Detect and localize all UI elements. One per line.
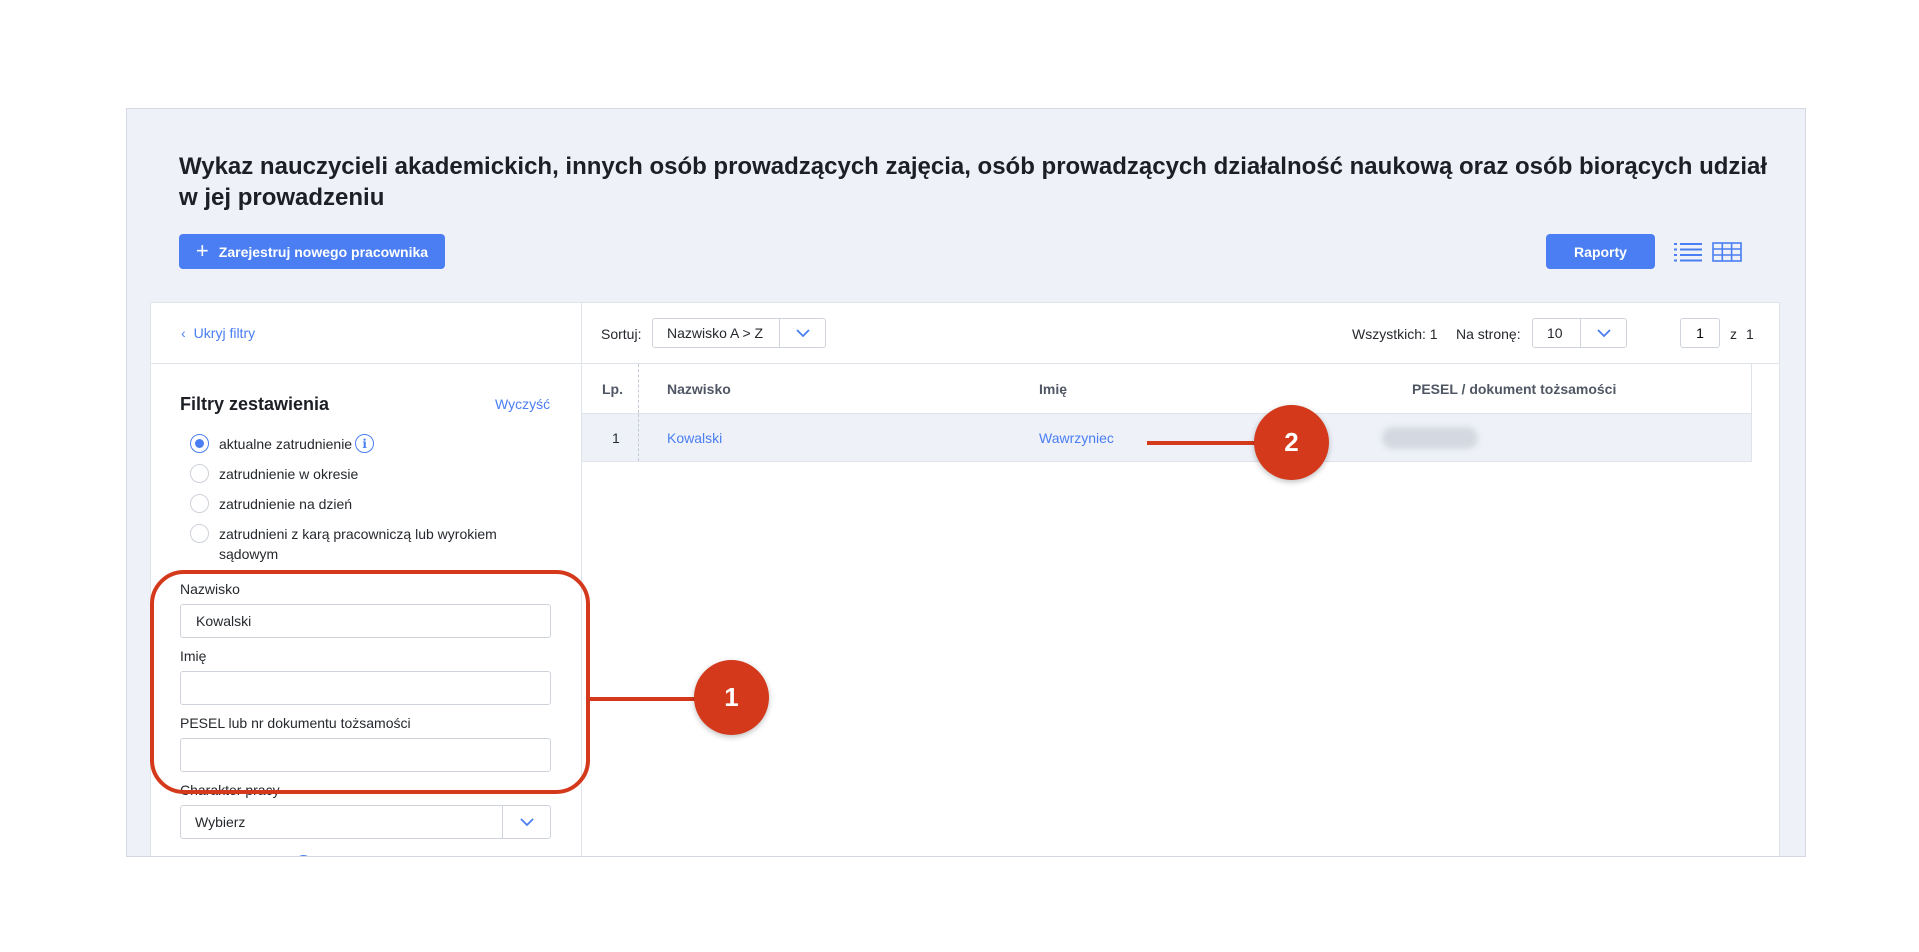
clear-filters-link[interactable]: Wyczyść: [495, 396, 550, 412]
table-view-icon[interactable]: [1712, 241, 1742, 263]
cell-lp: 1: [612, 429, 620, 446]
employees-table: Lp. Nazwisko Imię PESEL / dokument tożsa…: [582, 364, 1752, 462]
cell-surname-link[interactable]: Kowalski: [667, 414, 722, 461]
per-page-select[interactable]: 10: [1532, 318, 1627, 348]
radio-employees-with-penalty[interactable]: zatrudnieni z karą pracowniczą lub wyrok…: [190, 524, 530, 564]
page-total: 1: [1746, 325, 1754, 342]
radio-label: zatrudnienie w okresie: [219, 466, 359, 482]
register-employee-button[interactable]: + Zarejestruj nowego pracownika: [179, 234, 445, 269]
page-number-input[interactable]: [1680, 318, 1720, 348]
column-header-pesel[interactable]: PESEL / dokument tożsamości: [1412, 364, 1616, 413]
radio-label: aktualne zatrudnienie: [219, 436, 353, 452]
radio-button[interactable]: [190, 494, 209, 513]
results-panel: Sortuj: Nazwisko A > Z Wszystkich: 1 Na …: [582, 303, 1779, 856]
sort-label: Sortuj:: [601, 325, 642, 342]
hide-filters-link[interactable]: ‹ Ukryj filtry: [181, 325, 255, 341]
register-employee-label: Zarejestruj nowego pracownika: [218, 243, 429, 260]
list-view-icon[interactable]: [1673, 241, 1703, 263]
table-row[interactable]: 1 Kowalski Wawrzyniec: [582, 414, 1751, 462]
per-page-value: 10: [1547, 325, 1563, 341]
chevron-down-icon[interactable]: [779, 319, 825, 347]
radio-button[interactable]: [190, 524, 209, 543]
sort-select[interactable]: Nazwisko A > Z: [652, 318, 826, 348]
radio-employment-period[interactable]: zatrudnienie w okresie: [190, 464, 358, 484]
plus-icon: +: [195, 237, 209, 263]
radio-label: zatrudnieni z karą pracowniczą lub wyrok…: [219, 526, 497, 562]
page-of-label: z: [1730, 325, 1737, 342]
callout-1-connector: [590, 697, 698, 701]
callout-2-connector: [1147, 441, 1259, 445]
info-icon[interactable]: i: [294, 855, 313, 856]
reports-button[interactable]: Raporty: [1546, 234, 1655, 269]
filters-title: Filtry zestawienia: [180, 394, 330, 414]
total-count: Wszystkich: 1: [1352, 325, 1438, 342]
callout-badge-2: 2: [1254, 405, 1329, 480]
chevron-down-icon[interactable]: [1580, 319, 1626, 347]
work-type-select[interactable]: Wybierz: [180, 805, 551, 839]
list-toolbar: Sortuj: Nazwisko A > Z Wszystkich: 1 Na …: [582, 303, 1779, 364]
column-header-surname[interactable]: Nazwisko: [667, 364, 731, 413]
hide-filters-label: Ukryj filtry: [193, 325, 256, 341]
column-header-lp: Lp.: [602, 380, 623, 397]
cell-first-name-link[interactable]: Wawrzyniec: [1039, 414, 1114, 461]
radio-button-selected[interactable]: [190, 434, 209, 453]
filters-header: ‹ Ukryj filtry: [151, 303, 581, 364]
sort-value: Nazwisko A > Z: [667, 325, 764, 341]
column-header-first-name[interactable]: Imię: [1039, 364, 1067, 413]
work-type-value: Wybierz: [195, 814, 246, 830]
column-divider: [638, 414, 639, 461]
radio-current-employment[interactable]: aktualne zatrudnienie i: [190, 434, 375, 454]
radio-employment-on-day[interactable]: zatrudnienie na dzień: [190, 494, 352, 514]
column-divider: [638, 364, 639, 413]
radio-label: zatrudnienie na dzień: [219, 496, 353, 512]
callout-1-highlight: [150, 570, 590, 794]
table-header: Lp. Nazwisko Imię PESEL / dokument tożsa…: [582, 364, 1751, 414]
screenshot-stage: Wykaz nauczycieli akademickich, innych o…: [0, 0, 1919, 952]
page-title: Wykaz nauczycieli akademickich, innych o…: [179, 153, 1768, 211]
cell-pesel-redacted: [1382, 427, 1478, 449]
info-icon[interactable]: i: [355, 434, 375, 453]
chevron-left-icon: ‹: [181, 325, 186, 341]
radio-button[interactable]: [190, 464, 209, 483]
per-page-label: Na stronę:: [1456, 325, 1521, 342]
callout-badge-1: 1: [694, 660, 769, 735]
chevron-down-icon[interactable]: [502, 806, 550, 838]
